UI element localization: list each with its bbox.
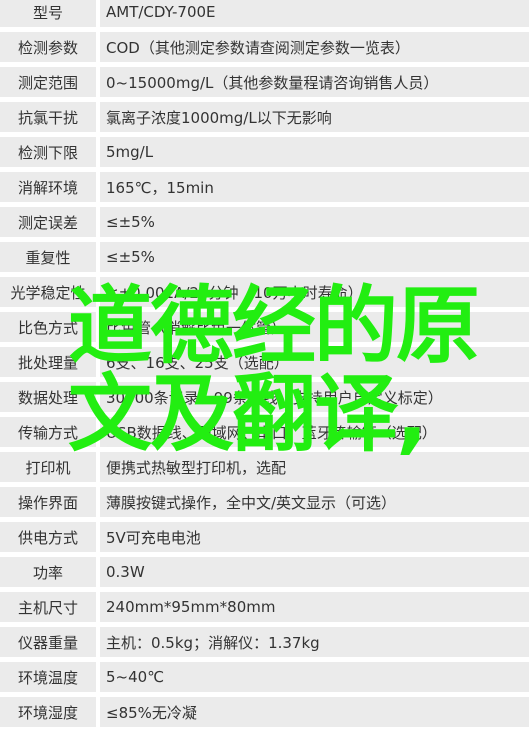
spec-value: ≤±5% (100, 207, 529, 237)
spec-label: 型号 (0, 0, 96, 27)
spec-value: ≤±5% (100, 242, 529, 272)
table-row: 主机尺寸 240mm*95mm*80mm (0, 592, 529, 622)
table-row: 检测下限 5mg/L (0, 137, 529, 167)
spec-value: 5mg/L (100, 137, 529, 167)
table-row: 环境湿度 ≤85%无冷凝 (0, 697, 529, 727)
spec-label: 操作界面 (0, 487, 96, 517)
spec-label: 测定误差 (0, 207, 96, 237)
spec-label: 环境湿度 (0, 697, 96, 727)
spec-label: 仪器重量 (0, 627, 96, 657)
table-row: 消解环境 165℃，15min (0, 172, 529, 202)
spec-label: 供电方式 (0, 522, 96, 552)
overlay-title: 道德经的原 文及翻译, (68, 277, 480, 463)
spec-value: ≤85%无冷凝 (100, 697, 529, 727)
spec-value: 薄膜按键式操作，全中文/英文显示（可选） (100, 487, 529, 517)
spec-value: COD（其他测定参数请查阅测定参数一览表） (100, 32, 529, 62)
spec-value: 氯离子浓度1000mg/L以下无影响 (100, 102, 529, 132)
spec-value: 240mm*95mm*80mm (100, 592, 529, 622)
table-row: 抗氯干扰 氯离子浓度1000mg/L以下无影响 (0, 102, 529, 132)
spec-value: 5~40℃ (100, 662, 529, 692)
table-row: 检测参数 COD（其他测定参数请查阅测定参数一览表） (0, 32, 529, 62)
table-row: 环境温度 5~40℃ (0, 662, 529, 692)
overlay-line-1: 道德经的原 (68, 277, 480, 375)
spec-value: 5V可充电电池 (100, 522, 529, 552)
spec-label: 测定范围 (0, 67, 96, 97)
overlay-line-2: 文及翻译, (68, 365, 428, 463)
spec-value: AMT/CDY-700E (100, 0, 529, 27)
spec-label: 抗氯干扰 (0, 102, 96, 132)
spec-value: 0~15000mg/L（其他参数量程请咨询销售人员） (100, 67, 529, 97)
table-row: 功率 0.3W (0, 557, 529, 587)
spec-label: 检测下限 (0, 137, 96, 167)
spec-label: 功率 (0, 557, 96, 587)
table-row: 操作界面 薄膜按键式操作，全中文/英文显示（可选） (0, 487, 529, 517)
table-row: 型号 AMT/CDY-700E (0, 0, 529, 27)
spec-label: 消解环境 (0, 172, 96, 202)
spec-label: 重复性 (0, 242, 96, 272)
spec-label: 检测参数 (0, 32, 96, 62)
spec-label: 环境温度 (0, 662, 96, 692)
spec-value: 165℃，15min (100, 172, 529, 202)
spec-value: 主机：0.5kg；消解仪：1.37kg (100, 627, 529, 657)
spec-label: 主机尺寸 (0, 592, 96, 622)
table-row: 测定误差 ≤±5% (0, 207, 529, 237)
spec-value: 0.3W (100, 557, 529, 587)
table-row: 供电方式 5V可充电电池 (0, 522, 529, 552)
table-row: 测定范围 0~15000mg/L（其他参数量程请咨询销售人员） (0, 67, 529, 97)
table-row: 重复性 ≤±5% (0, 242, 529, 272)
table-row: 仪器重量 主机：0.5kg；消解仪：1.37kg (0, 627, 529, 657)
